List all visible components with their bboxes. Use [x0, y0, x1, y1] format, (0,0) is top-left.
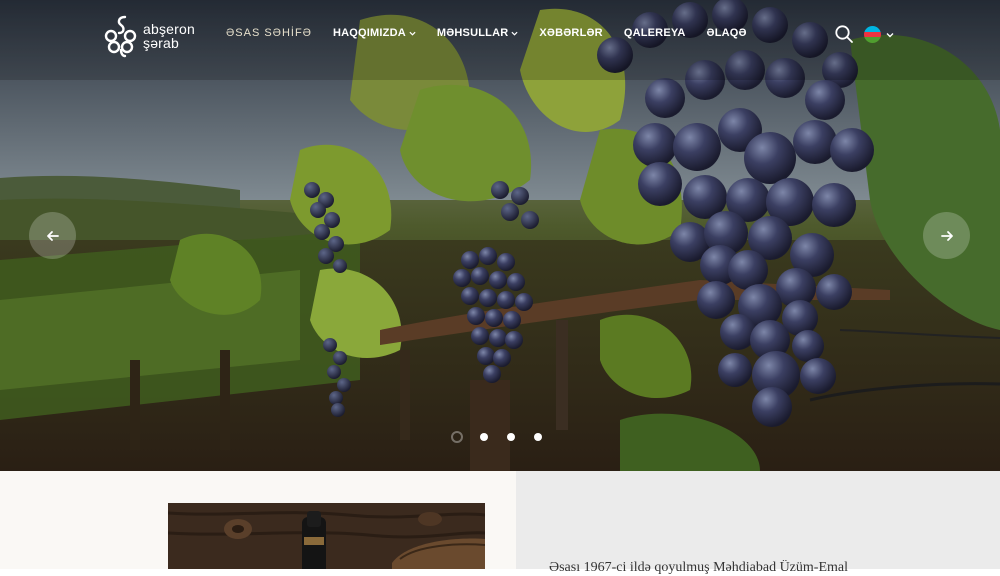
nav-item-products[interactable]: MƏHSULLAR — [437, 27, 519, 39]
brand-line-2: şərab — [143, 35, 180, 51]
brand-line-1: abşeron — [143, 21, 195, 37]
nav-item-contact[interactable]: ƏLAQƏ — [707, 27, 747, 39]
chevron-down-icon — [409, 31, 416, 36]
about-text-panel — [516, 471, 1000, 569]
arrow-right-icon — [940, 230, 953, 241]
nav-item-label: ƏLAQƏ — [706, 27, 747, 39]
slider-dot[interactable] — [534, 433, 542, 441]
main-navbar: abşeron şərab ƏSAS SƏHİFƏ HAQQIMIZDA MƏH… — [0, 0, 1000, 70]
slider-next-button[interactable] — [923, 212, 970, 259]
hero-vineyard-image — [0, 0, 1000, 471]
chevron-down-icon — [886, 32, 894, 37]
hero-slider: abşeron şərab ƏSAS SƏHİFƏ HAQQIMIZDA MƏH… — [0, 0, 1000, 471]
wine-bottle-barrel-image — [168, 503, 485, 569]
wine-cellar-photo — [168, 503, 485, 569]
nav-item-label: MƏHSULLAR — [436, 27, 509, 39]
brand-wordmark: abşeron şərab — [143, 22, 195, 50]
logo-mark-icon — [104, 15, 137, 58]
nav-item-news[interactable]: XƏBƏRLƏR — [539, 27, 602, 39]
nav-item-home[interactable]: ƏSAS SƏHİFƏ — [226, 27, 312, 39]
main-menu: ƏSAS SƏHİFƏ HAQQIMIZDA MƏHSULLAR XƏBƏRLƏ… — [226, 27, 768, 39]
language-switcher[interactable] — [864, 26, 894, 43]
nav-item-label: XƏBƏRLƏR — [539, 27, 603, 39]
nav-item-label: ƏSAS SƏHİFƏ — [226, 27, 312, 39]
nav-item-gallery[interactable]: QALEREYA — [624, 27, 686, 39]
slider-dot[interactable] — [507, 433, 515, 441]
nav-item-label: QALEREYA — [623, 27, 686, 39]
slider-prev-button[interactable] — [29, 212, 76, 259]
slider-pagination — [451, 431, 561, 443]
nav-item-label: HAQQIMIZDA — [332, 27, 406, 39]
chevron-down-icon — [511, 31, 518, 36]
slider-dot[interactable] — [451, 431, 463, 443]
brand-logo[interactable]: abşeron şərab — [104, 13, 204, 59]
arrow-left-icon — [46, 230, 59, 241]
nav-item-about[interactable]: HAQQIMIZDA — [333, 27, 416, 39]
about-intro-text: Əsası 1967-ci ildə qoyulmuş Məhdiabad Üz… — [549, 560, 848, 575]
azerbaijan-flag-icon — [864, 26, 881, 43]
search-icon[interactable] — [834, 24, 854, 44]
slider-dot[interactable] — [480, 433, 488, 441]
